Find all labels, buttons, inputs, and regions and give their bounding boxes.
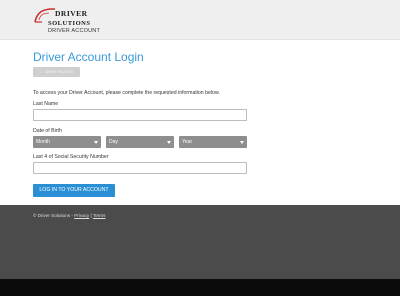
driver-account-button[interactable]: ← Driver Account [33,67,80,77]
last-name-label: Last Name [33,101,59,107]
site-header: DRIVER SOLUTIONS DRIVER ACCOUNT [0,0,400,40]
copyright-text: © Driver Solutions - [33,213,73,218]
footer-separator: | [90,213,92,218]
privacy-link[interactable]: Privacy [74,213,89,218]
dob-year-value: Year [182,139,193,145]
footer-text: © Driver Solutions - Privacy | Terms [33,213,105,218]
login-button[interactable]: LOG IN TO YOUR ACCOUNT [33,184,115,197]
chevron-down-icon [240,140,244,144]
chevron-down-icon [167,140,171,144]
logo-line-2: SOLUTIONS [48,20,91,27]
dob-month-select[interactable]: Month [33,136,101,148]
page-title: Driver Account Login [33,50,144,64]
driver-solutions-logo[interactable]: DRIVER SOLUTIONS DRIVER ACCOUNT [33,6,123,36]
terms-link[interactable]: Terms [93,213,106,218]
ssn-last4-input[interactable] [33,162,247,174]
intro-text: To access your Driver Account, please co… [33,90,220,96]
chevron-down-icon [94,140,98,144]
dob-month-value: Month [36,139,50,145]
ssn-label: Last 4 of Social Security Number [33,154,109,160]
logo-line-3: DRIVER ACCOUNT [48,28,100,34]
logo-line-1: DRIVER [55,9,88,18]
site-footer: © Driver Solutions - Privacy | Terms [0,205,400,279]
date-of-birth-label: Date of Birth [33,128,62,134]
dob-day-value: Day [109,139,118,145]
bottom-bar [0,279,400,296]
dob-day-select[interactable]: Day [106,136,174,148]
dob-year-select[interactable]: Year [179,136,247,148]
last-name-input[interactable] [33,109,247,121]
